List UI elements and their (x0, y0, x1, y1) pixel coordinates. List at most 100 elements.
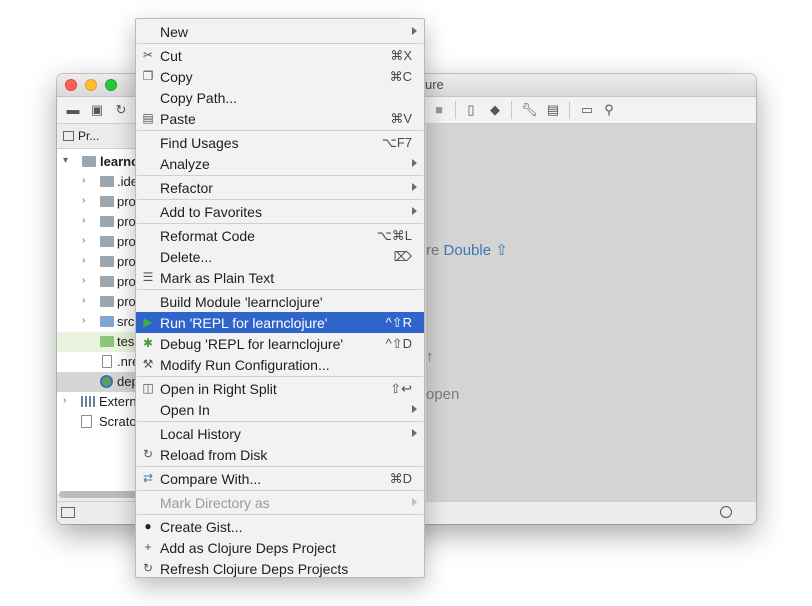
scratch-icon (81, 415, 92, 428)
menu-item-label: Paste (160, 111, 196, 127)
project-panel-label: Pr... (78, 129, 100, 143)
wrench-icon[interactable]: 🔧︎ (521, 102, 538, 118)
search-icon[interactable]: ⚲ (601, 102, 617, 118)
menu-item-copy-path[interactable]: Copy Path... (136, 87, 424, 108)
tree-item[interactable]: › pro (57, 232, 137, 252)
tree-item-label: tes (117, 334, 135, 349)
menu-item-add-clojure-deps-project[interactable]: + Add as Clojure Deps Project (136, 537, 424, 558)
plain-text-icon: ☰ (142, 270, 154, 284)
tree-item-label: learnc (100, 154, 137, 169)
tree-item-label: Scrato (99, 414, 137, 429)
tree-item-selected[interactable]: dep (57, 372, 137, 392)
library-icon (81, 396, 95, 407)
menu-item-label: Copy Path... (160, 90, 238, 106)
menu-item-add-to-favorites[interactable]: Add to Favorites (136, 201, 424, 222)
context-menu: New ✂ Cut ⌘X ❐ Copy ⌘C Copy Path... ▤ Pa… (135, 18, 425, 578)
menu-item-modify-run-configuration[interactable]: ⚒ Modify Run Configuration... (136, 354, 424, 375)
menu-item-label: Create Gist... (160, 519, 243, 535)
menu-item-label: Add as Clojure Deps Project (160, 540, 336, 556)
menu-item-label: Delete... (160, 249, 213, 265)
menu-item-label: Add to Favorites (160, 204, 262, 220)
tree-item[interactable]: › Extern (57, 392, 137, 412)
zoom-window-button[interactable] (105, 79, 117, 91)
copy-icon: ❐ (142, 69, 154, 83)
device-icon[interactable]: ▯ (463, 102, 479, 118)
menu-item-refresh-clojure-deps-projects[interactable]: ↻ Refresh Clojure Deps Projects (136, 558, 424, 579)
minimize-window-button[interactable] (85, 79, 97, 91)
menu-item-run-repl[interactable]: ▶ Run 'REPL for learnclojure' ^⇧R (136, 312, 424, 333)
menu-item-copy[interactable]: ❐ Copy ⌘C (136, 66, 424, 87)
menu-item-label: Refresh Clojure Deps Projects (160, 561, 349, 577)
horizontal-scrollbar[interactable] (59, 491, 137, 498)
menu-item-label: Copy (160, 69, 193, 85)
stop-icon[interactable]: ■ (431, 102, 447, 118)
menu-item-shortcut: ^⇧R (385, 315, 412, 330)
menu-item-label: Reload from Disk (160, 447, 268, 463)
window-title: ure (425, 77, 444, 92)
notifications-icon[interactable] (720, 506, 732, 518)
debug-icon: ✱ (142, 336, 154, 350)
project-structure-icon[interactable]: ▤ (545, 102, 561, 118)
menu-item-label: Mark as Plain Text (160, 270, 275, 286)
menu-item-label: Cut (160, 48, 182, 64)
menu-item-mark-directory-as: Mark Directory as (136, 492, 424, 513)
sdk-icon[interactable]: ◆ (487, 102, 503, 118)
menu-item-open-in-right-split[interactable]: ◫ Open in Right Split ⇧↩ (136, 378, 424, 399)
tree-item[interactable]: Scrato (57, 412, 137, 432)
menu-item-cut[interactable]: ✂ Cut ⌘X (136, 45, 424, 66)
menu-item-refactor[interactable]: Refactor (136, 177, 424, 198)
tree-item[interactable]: › pro (57, 292, 137, 312)
terminal-icon[interactable]: ▭ (579, 102, 595, 118)
tool-window-toggle-icon[interactable] (61, 507, 75, 518)
submenu-arrow-icon (412, 27, 417, 35)
menu-item-reformat-code[interactable]: Reformat Code ⌥⌘L (136, 225, 424, 246)
menu-item-label: Modify Run Configuration... (160, 357, 330, 373)
menu-item-mark-as-plain-text[interactable]: ☰ Mark as Plain Text (136, 267, 424, 288)
menu-item-shortcut: ⌘D (389, 471, 412, 486)
project-view-icon (63, 131, 74, 141)
menu-item-label: Analyze (160, 156, 210, 172)
menu-item-delete[interactable]: Delete... ⌦ (136, 246, 424, 267)
menu-item-label: Run 'REPL for learnclojure' (160, 315, 328, 331)
menu-item-analyze[interactable]: Analyze (136, 153, 424, 174)
menu-item-compare-with[interactable]: ⇄ Compare With... ⌘D (136, 468, 424, 489)
menu-item-label: Open In (160, 402, 210, 418)
menu-item-local-history[interactable]: Local History (136, 423, 424, 444)
menu-item-create-gist[interactable]: ● Create Gist... (136, 516, 424, 537)
tree-item[interactable]: › src (57, 312, 137, 332)
tree-item[interactable]: › pro (57, 212, 137, 232)
tree-item-root[interactable]: ▾ learnc (57, 152, 137, 172)
sync-icon[interactable]: ↻ (113, 102, 129, 118)
menu-item-reload-from-disk[interactable]: ↻ Reload from Disk (136, 444, 424, 465)
close-window-button[interactable] (65, 79, 77, 91)
project-panel-tab[interactable]: Pr... (63, 129, 99, 143)
menu-item-open-in[interactable]: Open In (136, 399, 424, 420)
tree-item[interactable]: › pro (57, 252, 137, 272)
menu-item-shortcut: ⌥F7 (381, 135, 412, 150)
menu-item-new[interactable]: New (136, 21, 424, 42)
editor-hint-open: open (426, 386, 460, 403)
menu-item-find-usages[interactable]: Find Usages ⌥F7 (136, 132, 424, 153)
menu-item-debug-repl[interactable]: ✱ Debug 'REPL for learnclojure' ^⇧D (136, 333, 424, 354)
wrench-icon: ⚒ (142, 357, 154, 371)
tree-item[interactable]: › pro (57, 272, 137, 292)
tree-item-label: pro (117, 254, 136, 269)
tree-item[interactable]: › .ide (57, 172, 137, 192)
tree-item[interactable]: › pro (57, 192, 137, 212)
menu-item-paste[interactable]: ▤ Paste ⌘V (136, 108, 424, 129)
menu-item-label: Find Usages (160, 135, 239, 151)
editor-area: re Double ⇧ ↑ open (426, 124, 756, 502)
submenu-arrow-icon (412, 159, 417, 167)
menu-item-label: Compare With... (160, 471, 262, 487)
menu-item-label: Reformat Code (160, 228, 255, 244)
reload-icon: ↻ (142, 447, 154, 461)
menu-item-label: Local History (160, 426, 241, 442)
tree-item[interactable]: tes (57, 332, 137, 352)
tree-item[interactable]: .nre (57, 352, 137, 372)
save-icon[interactable]: ▣ (89, 102, 105, 118)
menu-item-build-module[interactable]: Build Module 'learnclojure' (136, 291, 424, 312)
open-folder-icon[interactable]: ▬ (65, 102, 81, 118)
menu-item-shortcut: ⌘X (390, 48, 412, 63)
submenu-arrow-icon (412, 405, 417, 413)
github-icon: ● (144, 519, 152, 533)
